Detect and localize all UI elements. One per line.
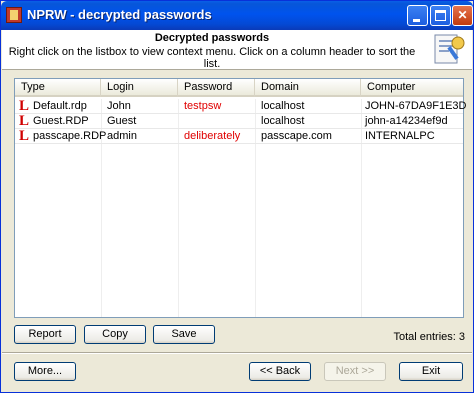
more-button[interactable]: More... — [14, 362, 76, 381]
table-row[interactable]: L Guest.RDP Guest localhost john-a14234e… — [15, 114, 463, 129]
cell-password: deliberately — [184, 130, 241, 142]
header-panel: Decrypted passwords Right click on the l… — [2, 30, 472, 70]
cell-password: testpsw — [184, 100, 222, 112]
cell-login: Guest — [107, 115, 137, 127]
cell-login: John — [107, 100, 131, 112]
maximize-button[interactable] — [430, 5, 451, 26]
rdp-icon: L — [19, 128, 30, 144]
column-password[interactable]: Password — [178, 79, 255, 97]
close-icon: ✕ — [457, 8, 468, 22]
next-button: Next >> — [324, 362, 386, 381]
column-domain[interactable]: Domain — [255, 79, 361, 97]
title-bar[interactable]: NPRW - decrypted passwords ✕ — [1, 1, 473, 30]
cell-computer: JOHN-67DA9F1E3D — [365, 100, 467, 112]
minimize-icon — [413, 19, 420, 22]
cell-type: Guest.RDP — [33, 115, 89, 127]
cell-computer: INTERNALPC — [365, 130, 435, 142]
table-row[interactable]: L passcape.RDP admin deliberately passca… — [15, 129, 463, 144]
column-type[interactable]: Type — [15, 79, 101, 97]
window-title: NPRW - decrypted passwords — [27, 7, 212, 22]
password-listbox[interactable]: Type Login Password Domain Computer L De… — [14, 78, 467, 318]
rdp-icon: L — [19, 98, 30, 114]
header-subtitle: Right click on the listbox to view conte… — [8, 46, 416, 70]
main-window: NPRW - decrypted passwords ✕ Decrypted p… — [0, 0, 474, 393]
cell-domain: localhost — [261, 100, 305, 112]
column-login[interactable]: Login — [101, 79, 178, 97]
key-document-icon — [434, 34, 465, 64]
copy-button[interactable]: Copy — [84, 325, 146, 344]
app-icon — [6, 7, 22, 23]
divider — [2, 352, 472, 354]
cell-type: Default.rdp — [33, 100, 87, 112]
save-button[interactable]: Save — [153, 325, 215, 344]
exit-button[interactable]: Exit — [399, 362, 463, 381]
column-computer[interactable]: Computer — [361, 79, 463, 97]
table-row[interactable]: L Default.rdp John testpsw localhost JOH… — [15, 98, 467, 114]
cell-login: admin — [107, 130, 137, 142]
report-button[interactable]: Report — [14, 325, 76, 344]
maximize-icon — [435, 10, 446, 21]
cell-domain: localhost — [261, 115, 305, 127]
cell-domain: passcape.com — [261, 130, 332, 142]
column-header: Type Login Password Domain Computer — [15, 79, 463, 97]
minimize-button[interactable] — [407, 5, 428, 26]
header-title: Decrypted passwords — [154, 32, 270, 44]
back-button[interactable]: << Back — [249, 362, 311, 381]
total-entries: Total entries: 3 — [393, 331, 465, 343]
cell-computer: john-a14234ef9d — [365, 115, 448, 127]
close-button[interactable]: ✕ — [452, 5, 473, 26]
cell-type: passcape.RDP — [33, 130, 107, 142]
rdp-icon: L — [19, 113, 30, 129]
